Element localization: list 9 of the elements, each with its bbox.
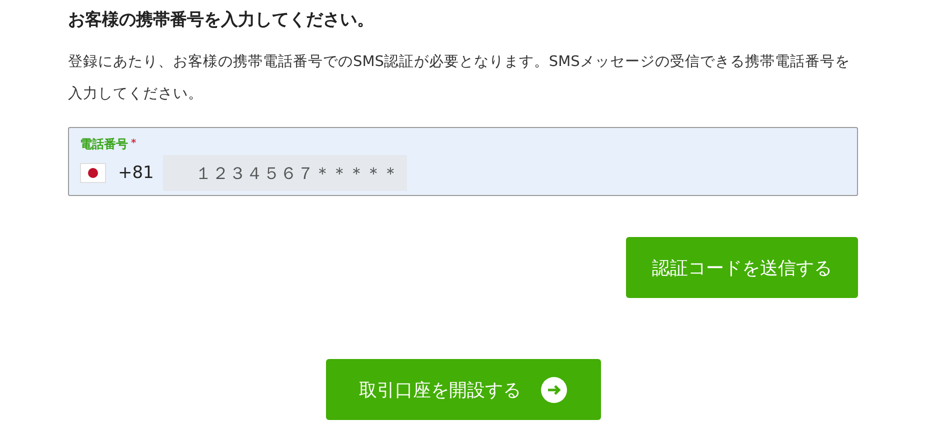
phone-field[interactable]: 電話番号 * +81 １２３４５６７＊＊＊＊＊ xyxy=(68,127,858,196)
field-label: 電話番号 * xyxy=(80,136,136,152)
description-text: 登録にあたり、お客様の携帯電話番号でのSMS認証が必要となります。SMSメッセージの受信できる携帯電話番号を入力してください。 xyxy=(68,52,851,104)
required-mark: * xyxy=(131,138,136,149)
flag-icon xyxy=(80,163,106,183)
heading: お客様の携帯番号を入力してください。 xyxy=(68,9,375,32)
country-code: +81 xyxy=(118,163,154,183)
arrow-circle-icon xyxy=(541,376,567,402)
phone-input[interactable]: １２３４５６７＊＊＊＊＊ xyxy=(162,155,407,191)
